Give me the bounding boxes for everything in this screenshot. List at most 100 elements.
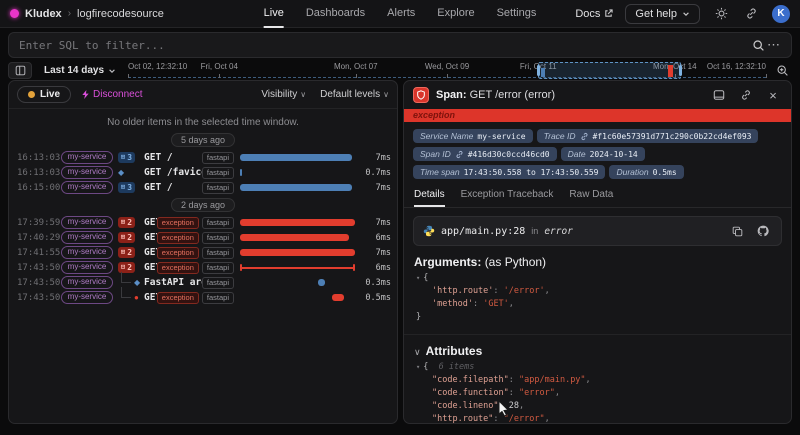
link-icon <box>580 132 589 141</box>
row-duration: 6ms <box>361 263 391 273</box>
duration-bar-track <box>240 248 355 257</box>
span-message: GET / <box>144 182 202 193</box>
expand-icon: ⊞ <box>121 184 125 191</box>
trace-list-row[interactable]: 17:43:50my-service⊟2GET /errorexceptionf… <box>9 260 397 275</box>
children-count-badge[interactable]: ⊞3 <box>118 182 135 193</box>
timeline-tick <box>356 74 357 78</box>
fold-toggle-icon[interactable]: ▾ <box>416 274 420 282</box>
trace-list-row[interactable]: 17:43:50my-service●GET /error (error)exc… <box>9 290 397 305</box>
org-name[interactable]: Kludex <box>25 8 62 20</box>
meta-value: #416d30c0ccd46cd0 <box>468 150 550 159</box>
tag-fastapi: fastapi <box>202 152 234 164</box>
tab-details[interactable]: Details <box>414 189 445 207</box>
sql-filter-input[interactable] <box>19 39 749 52</box>
nav-item-settings[interactable]: Settings <box>497 0 537 28</box>
tree-connector <box>121 272 131 283</box>
live-toggle[interactable]: Live <box>17 86 71 103</box>
trace-list-row[interactable]: 17:41:55my-service⊞2GET /errorexceptionf… <box>9 245 397 260</box>
children-count-badge[interactable]: ⊞2 <box>118 217 135 228</box>
trace-list-row[interactable]: 17:40:29my-service⊞2GET /errorexceptionf… <box>9 230 397 245</box>
bar-start-cap <box>240 264 242 271</box>
live-view-header: Live Disconnect Visibility ∨ Default lev… <box>9 81 397 109</box>
top-bar: Kludex › logfirecodesource Live Dashboard… <box>0 0 800 28</box>
children-count-badge[interactable]: ⊞3 <box>118 152 135 163</box>
breadcrumb: Kludex › logfirecodesource <box>10 8 164 20</box>
children-count-badge[interactable]: ⊞2 <box>118 232 135 243</box>
service-pill: my-service <box>61 231 113 244</box>
row-badge-slot: ◆ <box>118 168 144 177</box>
arguments-label: Arguments: <box>414 255 481 269</box>
duration-bar <box>240 234 349 241</box>
meta-pill-span-id[interactable]: Span ID#416d30c0ccd46cd0 <box>413 147 557 161</box>
close-panel-button[interactable]: × <box>764 86 782 104</box>
trace-list-row[interactable]: 17:39:59my-service⊞2GET /errorexceptionf… <box>9 215 397 230</box>
children-count-badge[interactable]: ⊞2 <box>118 247 135 258</box>
collapse-chevron-icon[interactable]: ∨ <box>414 347 421 357</box>
get-help-button[interactable]: Get help <box>625 4 700 24</box>
nav-item-explore[interactable]: Explore <box>437 0 474 28</box>
row-badge-slot: ● <box>118 293 144 302</box>
timeline[interactable]: Oct 02, 12:32:10Fri, Oct 04Mon, Oct 07We… <box>128 62 766 79</box>
time-group-divider: 2 days ago <box>9 195 397 215</box>
selection-left-handle[interactable] <box>537 65 540 76</box>
logfire-logo-icon[interactable] <box>10 9 19 18</box>
trace-list-row[interactable]: 16:15:00my-service⊞3GET /fastapi7ms <box>9 180 397 195</box>
expand-icon: ⊞ <box>121 154 125 161</box>
live-status-icon <box>28 91 35 98</box>
chevron-down-icon <box>682 10 690 18</box>
disconnect-icon <box>81 90 90 99</box>
disconnect-button[interactable]: Disconnect <box>81 89 142 100</box>
open-in-github-button[interactable] <box>754 222 772 240</box>
theme-toggle-button[interactable] <box>712 5 730 23</box>
service-pill: my-service <box>61 246 113 259</box>
copy-span-link-button[interactable] <box>737 86 755 104</box>
tag-exception: exception <box>157 262 199 274</box>
dock-panel-button[interactable] <box>710 86 728 104</box>
service-pill: my-service <box>61 261 113 274</box>
tab-exception-traceback[interactable]: Exception Traceback <box>461 189 554 207</box>
trace-list-row[interactable]: 16:13:03my-service⊞3GET /fastapi7ms <box>9 150 397 165</box>
timeline-tick-label: Oct 02, 12:32:10 <box>128 62 187 71</box>
visibility-dropdown[interactable]: Visibility ∨ <box>261 89 306 100</box>
code-key: 'method' <box>432 299 473 309</box>
docs-link[interactable]: Docs <box>575 8 613 20</box>
external-link-icon <box>604 9 613 18</box>
code-file-path[interactable]: app/main.py:28 <box>441 226 525 237</box>
meta-pill-trace-id[interactable]: Trace ID#f1c60e57391d771c290c0b22cd4ef09… <box>537 129 759 143</box>
panel-toggle-button[interactable] <box>8 62 32 79</box>
user-avatar[interactable]: K <box>772 5 790 23</box>
arguments-code: ▾{'http.route': '/error','method': 'GET'… <box>404 272 791 326</box>
share-link-button[interactable] <box>742 5 760 23</box>
nav-item-alerts[interactable]: Alerts <box>387 0 415 28</box>
row-badge-slot: ⊞3 <box>118 152 144 163</box>
copy-code-path-button[interactable] <box>728 222 746 240</box>
row-duration: 7ms <box>361 183 391 193</box>
row-timestamp: 17:41:55 <box>17 248 61 258</box>
nav-item-dashboards[interactable]: Dashboards <box>306 0 365 28</box>
nav-item-live[interactable]: Live <box>264 0 284 28</box>
timeline-zoom-button[interactable] <box>772 62 792 79</box>
duration-bar-track <box>240 293 355 302</box>
link-icon <box>455 150 464 159</box>
row-duration: 0.3ms <box>361 278 391 288</box>
fold-toggle-icon[interactable]: ▾ <box>416 363 420 371</box>
timeline-selection[interactable] <box>538 62 681 79</box>
trace-list-row[interactable]: 16:13:03my-service◆GET /favicon.icofasta… <box>9 165 397 180</box>
duration-bar-track <box>240 218 355 227</box>
code-value: "error" <box>519 388 555 398</box>
row-duration: 0.5ms <box>361 293 391 303</box>
trace-list-row[interactable]: 17:43:50my-service◆FastAPI argumentsfast… <box>9 275 397 290</box>
code-value: "app/main.py" <box>519 375 586 385</box>
diamond-icon: ◆ <box>134 278 140 287</box>
row-tags: fastapi <box>202 277 234 289</box>
project-name[interactable]: logfirecodesource <box>77 8 164 20</box>
meta-label: Service Name <box>420 131 473 141</box>
filter-more-button[interactable]: ⋯ <box>767 37 781 53</box>
duration-bar <box>240 249 355 256</box>
default-levels-dropdown[interactable]: Default levels ∨ <box>320 89 389 100</box>
meta-label: Trace ID <box>544 131 576 141</box>
tab-raw-data[interactable]: Raw Data <box>569 189 613 207</box>
time-range-select[interactable]: Last 14 days <box>38 65 122 76</box>
search-button[interactable] <box>749 36 767 54</box>
selection-right-handle[interactable] <box>679 65 682 76</box>
